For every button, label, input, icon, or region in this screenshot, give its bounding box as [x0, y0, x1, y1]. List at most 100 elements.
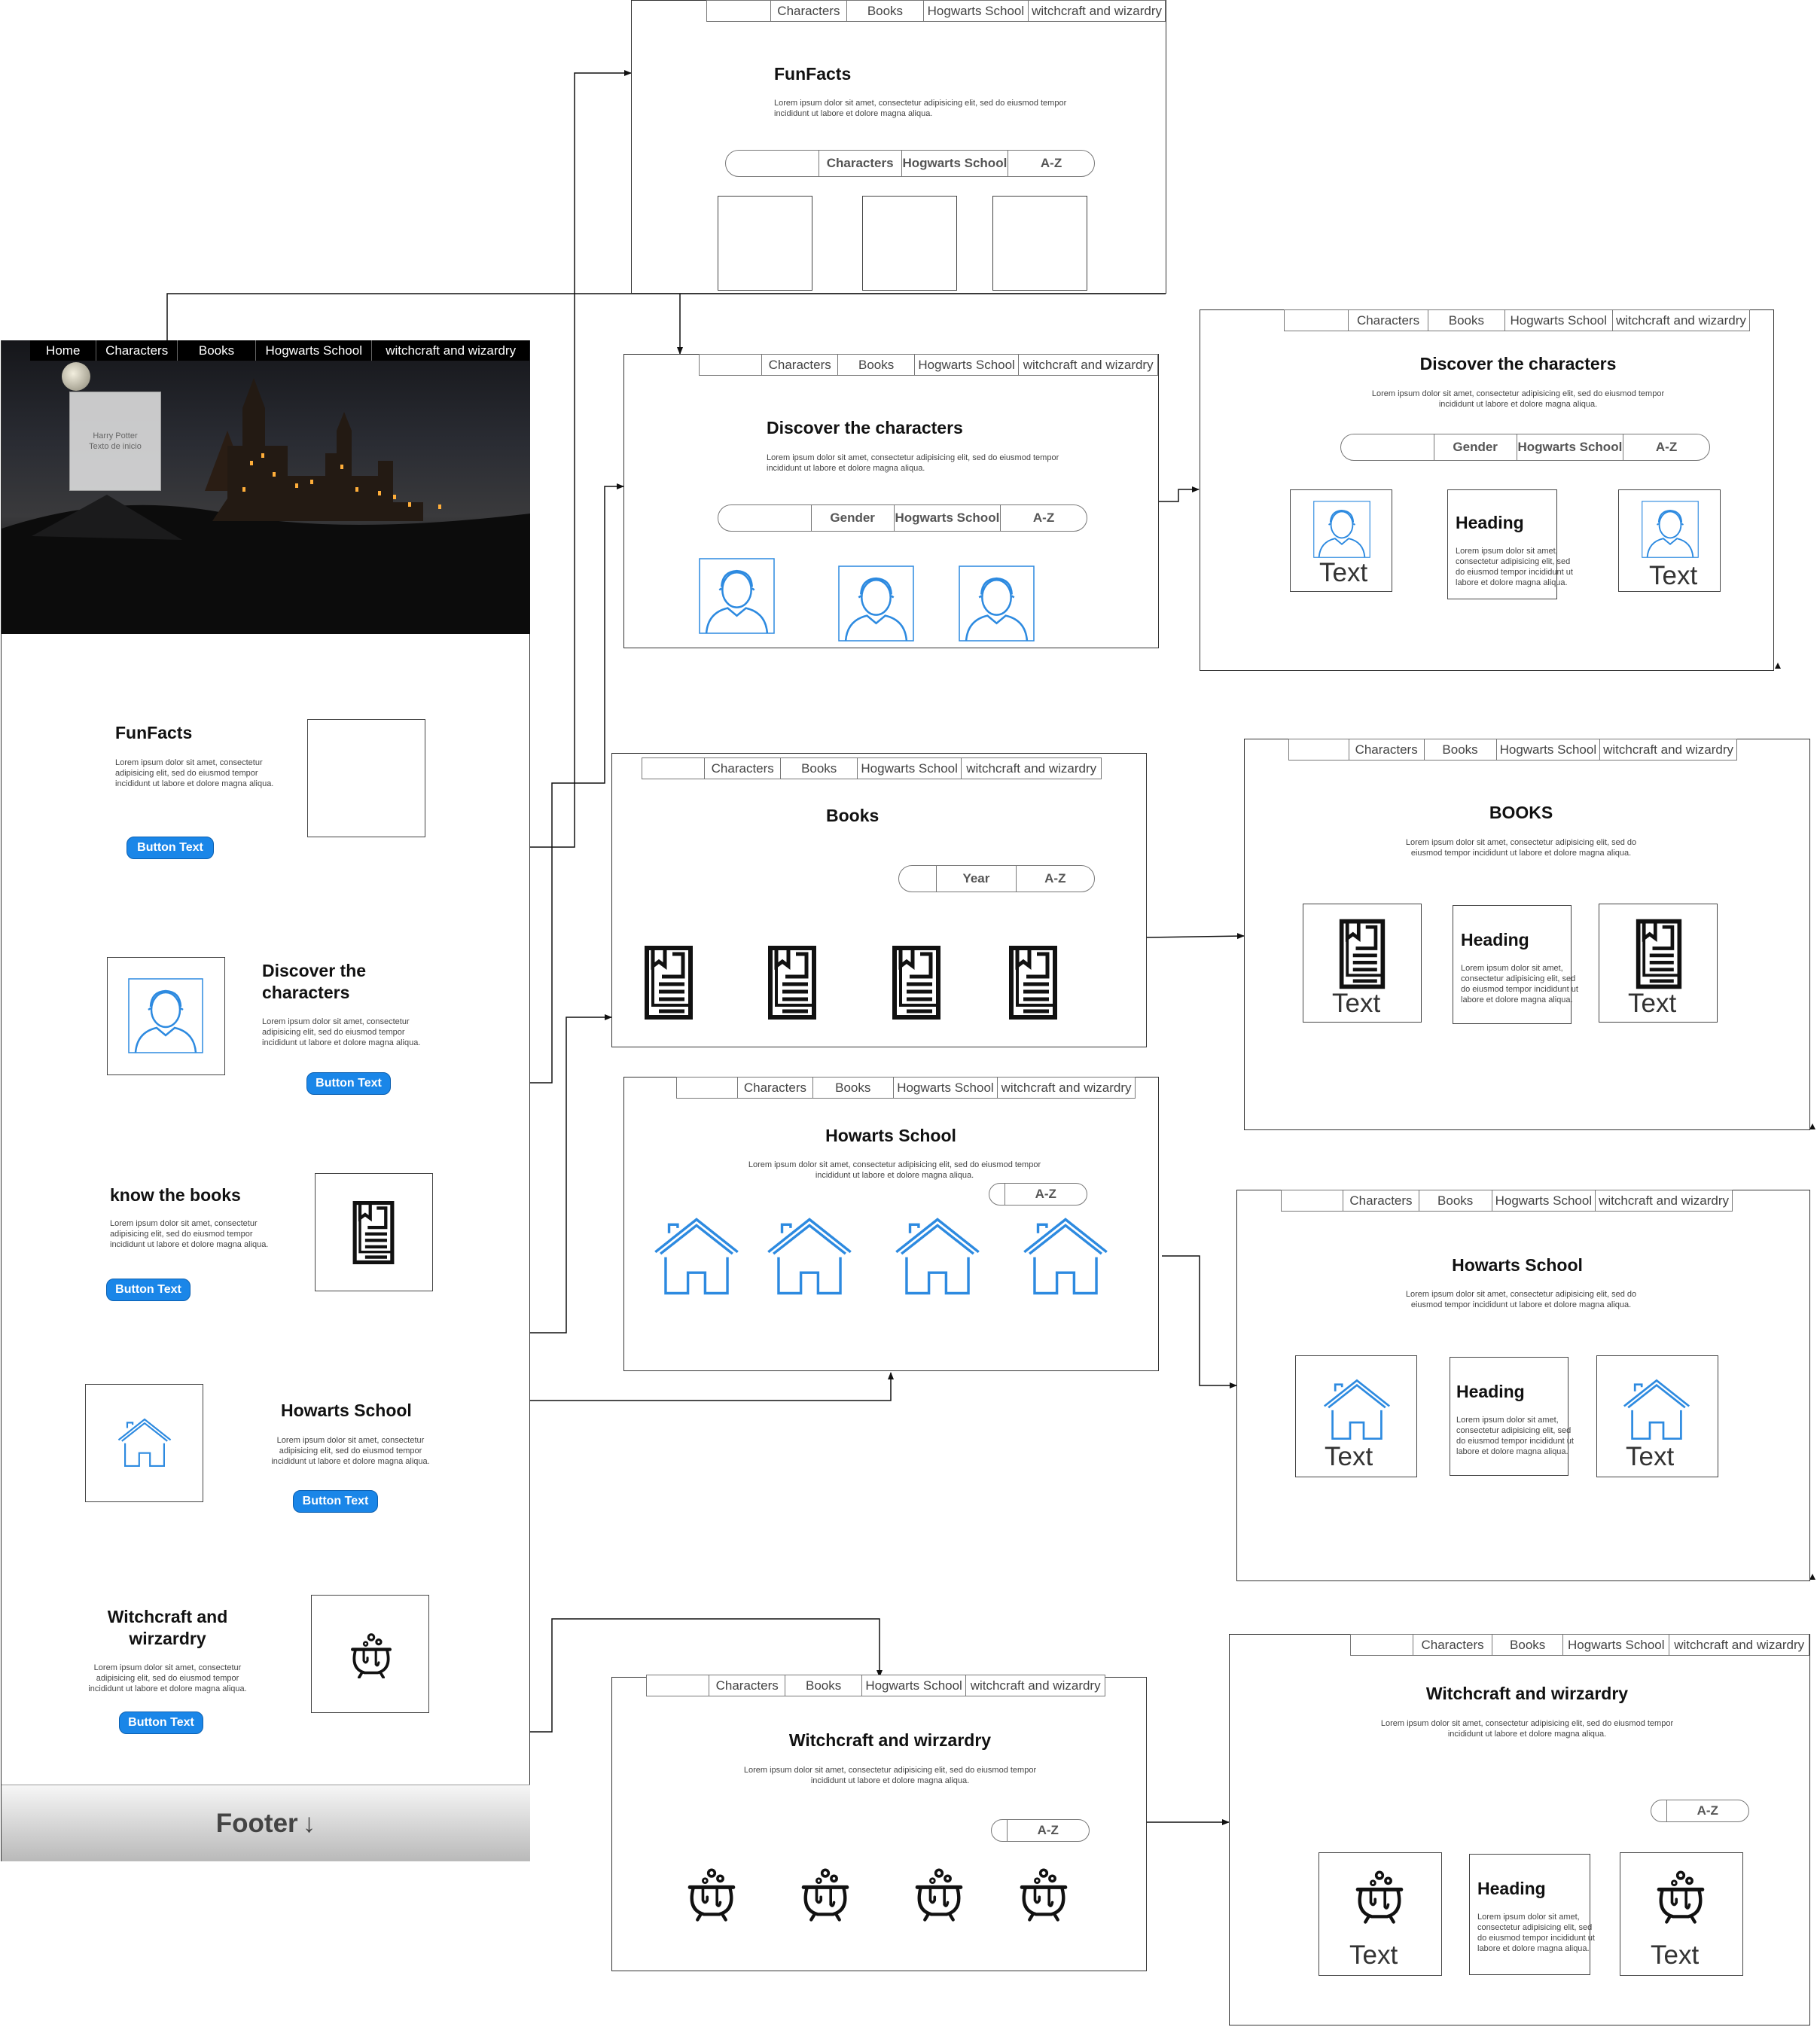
book-card-3[interactable]: Text [1599, 904, 1718, 1023]
filter-search[interactable] [726, 151, 819, 176]
filter-search[interactable] [989, 1184, 1005, 1205]
nav-books[interactable]: Books [1492, 1635, 1562, 1655]
nav-characters[interactable]: Characters [1343, 1190, 1419, 1211]
nav-hogwarts[interactable]: Hogwarts School [1504, 310, 1612, 331]
nav-blank[interactable] [1282, 1190, 1343, 1211]
filter-hogwarts[interactable]: Hogwarts School [1516, 434, 1623, 460]
filter-search[interactable] [1341, 434, 1434, 460]
filter-az[interactable]: A-Z [1000, 505, 1087, 531]
nav-characters[interactable]: Characters [1348, 739, 1424, 760]
filter-search[interactable] [718, 505, 811, 531]
filter-az[interactable]: A-Z [1006, 1820, 1089, 1841]
nav-hogwarts[interactable]: Hogwarts School [913, 355, 1018, 375]
filter-hogwarts[interactable]: Hogwarts School [901, 151, 1008, 176]
nav-witchcraft[interactable]: witchcraft and wizardry [1595, 1190, 1732, 1211]
house-icon[interactable] [767, 1218, 852, 1295]
nav-hogwarts[interactable]: Hogwarts School [922, 1, 1028, 21]
nav-books[interactable]: Books [837, 355, 913, 375]
funfacts-card-1[interactable] [718, 196, 812, 291]
nav-books[interactable]: Books [785, 1675, 861, 1696]
nav-books[interactable]: Books [1428, 310, 1504, 331]
cauldron-icon[interactable] [1017, 1866, 1071, 1922]
nav-hogwarts[interactable]: Hogwarts School [256, 340, 373, 361]
cauldron-icon[interactable] [684, 1866, 739, 1922]
nav-books[interactable]: Books [1418, 1190, 1492, 1211]
nav-witchcraft[interactable]: witchcraft and wizardry [965, 1675, 1105, 1696]
house-icon[interactable] [1023, 1218, 1108, 1295]
house-card-3[interactable]: Text [1596, 1355, 1718, 1477]
hogwarts-button[interactable]: Button Text [293, 1490, 378, 1513]
funfacts-button[interactable]: Button Text [127, 837, 214, 859]
nav-witchcraft[interactable]: witchcraft and wizardry [997, 1078, 1135, 1098]
funfacts-card-2[interactable] [862, 196, 957, 291]
nav-hogwarts[interactable]: Hogwarts School [1562, 1635, 1669, 1655]
nav-blank[interactable] [677, 1078, 737, 1098]
nav-blank[interactable] [647, 1675, 709, 1696]
filter-year[interactable]: Year [936, 866, 1015, 892]
nav-witchcraft[interactable]: witchcraft and wizardry [1599, 739, 1736, 760]
nav-hogwarts[interactable]: Hogwarts School [892, 1078, 997, 1098]
discover-button[interactable]: Button Text [306, 1072, 391, 1095]
house-card-1[interactable]: Text [1295, 1355, 1417, 1477]
nav-blank[interactable] [700, 355, 761, 375]
avatar-icon[interactable] [959, 565, 1035, 642]
nav-books[interactable]: Books [780, 758, 856, 779]
nav-hogwarts[interactable]: Hogwarts School [1491, 1190, 1596, 1211]
avatar-icon[interactable] [838, 565, 914, 642]
witchcraft-button[interactable]: Button Text [119, 1712, 203, 1734]
nav-characters[interactable]: Characters [737, 1078, 812, 1098]
character-card-1[interactable]: Text [1290, 489, 1392, 592]
house-card-2[interactable]: Heading Lorem ipsum dolor sit amet, cons… [1450, 1357, 1574, 1476]
filter-az[interactable]: A-Z [1015, 866, 1094, 892]
house-icon[interactable] [654, 1218, 739, 1295]
nav-hogwarts[interactable]: Hogwarts School [856, 758, 961, 779]
nav-hogwarts[interactable]: Hogwarts School [1495, 739, 1600, 760]
filter-az[interactable]: A-Z [1008, 151, 1094, 176]
character-card-2[interactable]: Heading Lorem ipsum dolor sit amet, cons… [1447, 489, 1573, 599]
nav-blank[interactable] [1351, 1635, 1413, 1655]
nav-blank[interactable] [707, 1, 770, 21]
book-icon[interactable] [642, 945, 695, 1020]
avatar-icon[interactable] [699, 558, 775, 634]
filter-search[interactable] [992, 1820, 1007, 1841]
nav-characters[interactable]: Characters [703, 758, 780, 779]
cauldron-card-1[interactable]: Text [1319, 1852, 1442, 1976]
nav-characters[interactable]: Characters [96, 340, 178, 361]
cauldron-icon[interactable] [912, 1866, 966, 1922]
nav-witchcraft[interactable]: witchcraft and wizardry [372, 340, 529, 361]
book-card-2[interactable]: Heading Lorem ipsum dolor sit amet, cons… [1453, 905, 1578, 1024]
nav-witchcraft[interactable]: witchcraft and wizardry [1028, 1, 1165, 21]
character-card-3[interactable]: Text [1618, 489, 1721, 592]
book-card-1[interactable]: Text [1303, 904, 1422, 1023]
nav-books[interactable]: Books [846, 1, 923, 21]
nav-blank[interactable] [1289, 739, 1349, 760]
nav-blank[interactable] [642, 758, 704, 779]
filter-gender[interactable]: Gender [1433, 434, 1517, 460]
filter-az[interactable]: A-Z [1666, 1800, 1748, 1821]
nav-blank[interactable] [1285, 310, 1348, 331]
filter-hogwarts[interactable]: Hogwarts School [893, 505, 1001, 531]
nav-books[interactable]: Books [812, 1078, 893, 1098]
filter-search[interactable] [1651, 1800, 1666, 1821]
nav-characters[interactable]: Characters [770, 1, 847, 21]
nav-books[interactable]: Books [178, 340, 257, 361]
house-icon[interactable] [895, 1218, 980, 1295]
nav-home[interactable]: Home [30, 340, 97, 361]
book-icon[interactable] [1007, 945, 1059, 1020]
nav-books[interactable]: Books [1423, 739, 1496, 760]
nav-characters[interactable]: Characters [708, 1675, 785, 1696]
book-icon[interactable] [890, 945, 943, 1020]
nav-hogwarts[interactable]: Hogwarts School [861, 1675, 965, 1696]
filter-az[interactable]: A-Z [1623, 434, 1709, 460]
cauldron-icon[interactable] [798, 1866, 852, 1922]
funfacts-card-3[interactable] [992, 196, 1087, 291]
filter-search[interactable] [899, 866, 936, 892]
filter-characters[interactable]: Characters [818, 151, 901, 176]
nav-characters[interactable]: Characters [1347, 310, 1428, 331]
filter-gender[interactable]: Gender [810, 505, 894, 531]
cauldron-card-3[interactable]: Text [1620, 1852, 1743, 1976]
book-icon[interactable] [766, 945, 819, 1020]
cauldron-card-2[interactable]: Heading Lorem ipsum dolor sit amet, cons… [1469, 1854, 1595, 1975]
nav-witchcraft[interactable]: witchcraft and wizardry [961, 758, 1101, 779]
books-button[interactable]: Button Text [106, 1279, 191, 1301]
